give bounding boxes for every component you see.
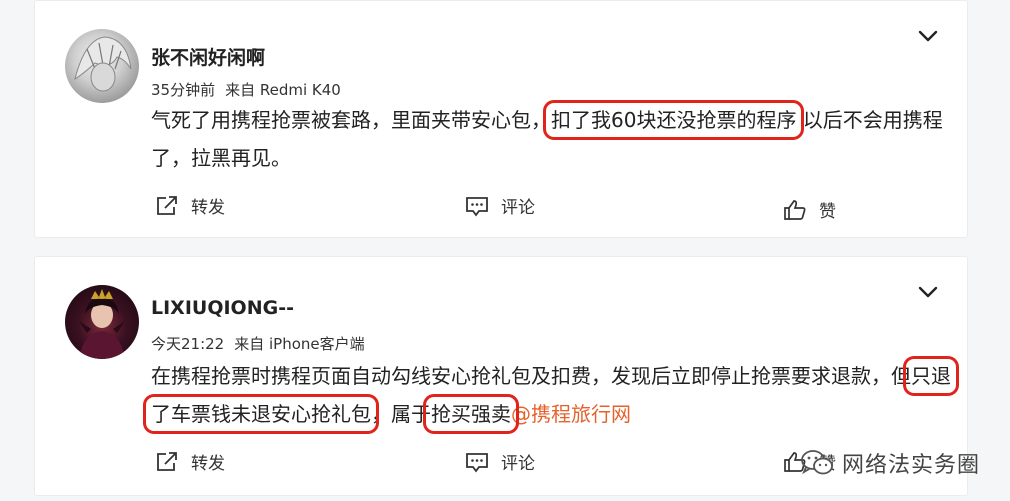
mention-link[interactable]: @携程旅行网	[511, 402, 631, 426]
comment-button[interactable]: 评论	[465, 449, 535, 474]
avatar[interactable]	[65, 285, 139, 359]
post-card: 张不闲好闲啊 35分钟前 来自 Redmi K40 气死了用携程抢票被套路，里面夹…	[34, 0, 968, 238]
repost-label: 转发	[191, 454, 225, 474]
share-icon	[157, 451, 177, 471]
like-button[interactable]: 赞	[783, 197, 836, 222]
username[interactable]: LIXIUQIONG--	[151, 297, 294, 319]
post-meta: 今天21:22 来自 iPhone客户端	[151, 333, 365, 354]
post-time[interactable]: 35分钟前	[151, 81, 215, 99]
post-text: 在携程抢票时携程页面自动勾线安心抢礼包及扣费，发现后立即停止抢票要求退款，但	[151, 364, 911, 388]
chevron-down-icon[interactable]	[917, 25, 939, 47]
repost-button[interactable]: 转发	[155, 193, 225, 218]
post-text: ，属于	[371, 402, 431, 426]
post-source: 来自 iPhone客户端	[234, 335, 365, 353]
like-label: 赞	[819, 202, 836, 222]
repost-button[interactable]: 转发	[155, 449, 225, 474]
post-text: 气死了用携程抢票被套路，里面夹带安心包，	[151, 108, 551, 132]
post-source: 来自 Redmi K40	[225, 81, 341, 99]
share-icon	[157, 195, 177, 215]
comment-label: 评论	[501, 454, 535, 474]
thumbs-up-icon	[784, 199, 806, 220]
username[interactable]: 张不闲好闲啊	[151, 43, 265, 70]
wechat-icon	[801, 450, 833, 475]
watermark-text: 网络法实务圈	[841, 453, 980, 478]
chevron-down-icon[interactable]	[917, 281, 939, 303]
highlight-box: 扣了我60块还没抢票的程序	[542, 100, 805, 140]
comment-icon	[466, 196, 488, 216]
post-meta: 35分钟前 来自 Redmi K40	[151, 79, 341, 100]
repost-label: 转发	[191, 198, 225, 218]
watermark: 网络法实务圈	[800, 447, 980, 479]
comment-button[interactable]: 评论	[465, 193, 535, 218]
post-time[interactable]: 今天21:22	[151, 335, 224, 353]
post-content: 气死了用携程抢票被套路，里面夹带安心包，扣了我60块还没抢票的程序 以后不会用携…	[151, 100, 951, 177]
comment-icon	[466, 452, 488, 472]
avatar[interactable]	[65, 29, 139, 103]
post-content: 在携程抢票时携程页面自动勾线安心抢礼包及扣费，发现后立即停止抢票要求退款，但只退…	[143, 356, 959, 434]
action-bar: 转发 评论 赞	[151, 193, 951, 223]
highlight-box: 抢买强卖	[423, 394, 519, 434]
comment-label: 评论	[501, 198, 535, 218]
